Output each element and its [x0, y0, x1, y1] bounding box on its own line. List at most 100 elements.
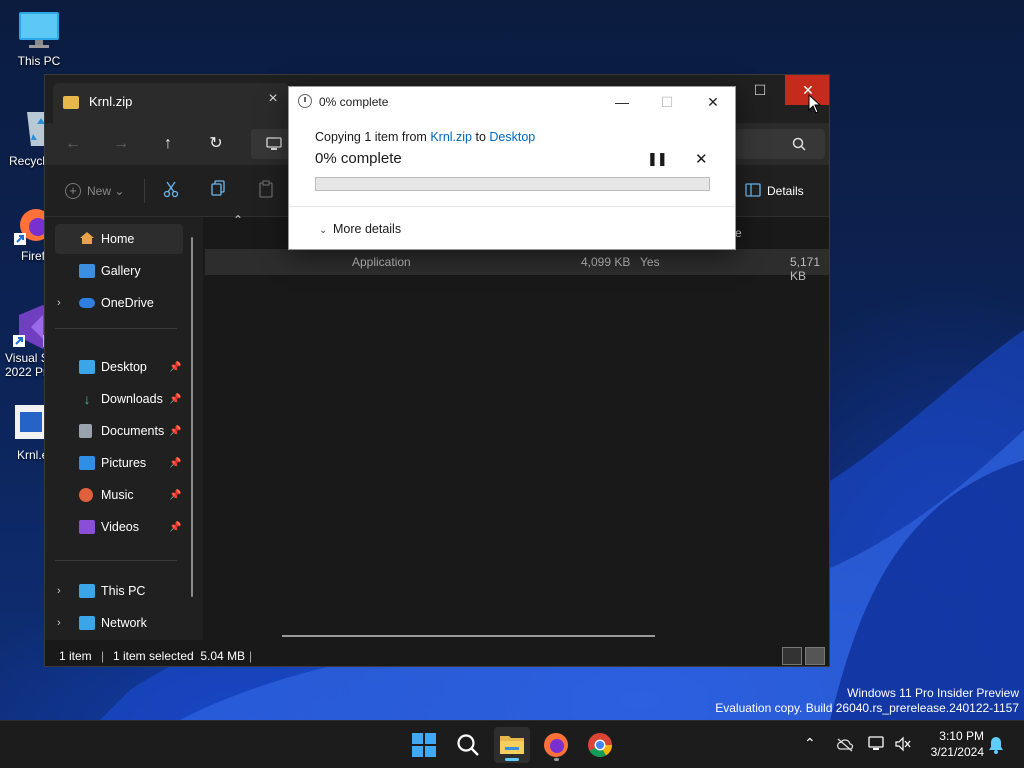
active-app-indicator	[505, 758, 519, 761]
taskbar-firefox[interactable]	[538, 727, 574, 763]
nav-label-pictures: Pictures	[101, 456, 147, 470]
search-icon	[457, 734, 479, 756]
file-type: Application	[352, 255, 411, 269]
copy-description: Copying 1 item from Krnl.zip to Desktop	[315, 130, 535, 144]
nav-item-music[interactable]: Music 📌	[45, 480, 195, 510]
clock-time: 3:10 PM	[939, 729, 984, 743]
system-clock[interactable]: 3:10 PM 3/21/2024	[924, 728, 984, 760]
status-selection: 1 item selected 5.04 MB	[113, 649, 246, 663]
forward-button[interactable]: →	[107, 131, 135, 157]
nav-label-desktop: Desktop	[101, 360, 147, 374]
krnl-exe-icon	[15, 405, 45, 439]
nav-item-downloads[interactable]: ↓ Downloads 📌	[45, 384, 195, 414]
nav-item-network[interactable]: › Network	[45, 608, 195, 638]
desktop-folder-icon	[79, 360, 95, 374]
nav-item-pictures[interactable]: Pictures 📌	[45, 448, 195, 478]
column-header-fragment[interactable]: e	[735, 226, 742, 240]
pin-icon: 📌	[169, 361, 182, 373]
tiles-view-button[interactable]	[805, 647, 825, 665]
taskbar: ⌃ 3:10 PM 3/21/2024	[0, 720, 1024, 768]
nav-item-onedrive[interactable]: › OneDrive	[45, 288, 195, 318]
cancel-copy-button[interactable]: ✕	[695, 150, 708, 168]
nav-item-videos[interactable]: Videos 📌	[45, 512, 195, 542]
nav-item-documents[interactable]: Documents 📌	[45, 416, 195, 446]
details-button[interactable]: Details	[745, 180, 804, 202]
table-row[interactable]: Application 4,099 KB Yes 5,171 KB	[205, 249, 829, 283]
file-password-protected: Yes	[640, 255, 660, 269]
status-bar: 1 item | 1 item selected 5.04 MB |	[45, 644, 829, 666]
pin-icon: 📌	[169, 489, 182, 501]
nav-item-desktop[interactable]: Desktop 📌	[45, 352, 195, 382]
dialog-title: 0% complete	[319, 95, 389, 109]
taskbar-file-explorer[interactable]	[494, 727, 530, 763]
clipboard-icon	[259, 180, 273, 198]
notification-bell-icon[interactable]	[988, 736, 1004, 754]
pin-icon: 📌	[169, 393, 182, 405]
chevron-right-icon[interactable]: ›	[57, 585, 61, 597]
chevron-right-icon[interactable]: ›	[57, 617, 61, 629]
file-compressed-size: 4,099 KB	[581, 255, 631, 269]
maximize-button[interactable]: ☐	[737, 75, 783, 105]
volume-muted-icon[interactable]	[894, 736, 912, 752]
copy-progress-dialog: 0% complete — ☐ ✕ Copying 1 item from Kr…	[288, 86, 736, 250]
more-details-toggle[interactable]: ⌄ More details	[319, 222, 401, 236]
nav-label-onedrive: OneDrive	[101, 296, 154, 310]
destination-link[interactable]: Desktop	[489, 130, 535, 144]
dialog-close-button[interactable]: ✕	[698, 91, 728, 113]
mouse-cursor-icon	[808, 94, 822, 114]
download-arrow-icon: ↓	[83, 391, 91, 407]
clock-icon	[298, 94, 312, 108]
dialog-minimize-button[interactable]: —	[607, 91, 637, 113]
tab-close-icon[interactable]: ×	[265, 91, 281, 107]
nav-scrollbar[interactable]	[191, 237, 193, 597]
network-display-icon[interactable]	[868, 736, 886, 752]
desktop-icon-this-pc[interactable]: This PC	[7, 10, 71, 68]
nav-item-gallery[interactable]: Gallery	[45, 256, 195, 286]
nav-item-this-pc[interactable]: › This PC	[45, 576, 195, 606]
network-icon	[79, 616, 95, 630]
start-button[interactable]	[406, 727, 442, 763]
desktop-icon-label: Visual S	[5, 351, 49, 365]
watermark-line-1: Windows 11 Pro Insider Preview	[847, 686, 1019, 700]
start-icon	[412, 733, 436, 757]
source-link[interactable]: Krnl.zip	[430, 130, 472, 144]
explorer-tab[interactable]: Krnl.zip ×	[53, 83, 289, 123]
search-box[interactable]	[735, 129, 825, 159]
pause-button[interactable]: ❚❚	[647, 151, 668, 167]
windows-watermark: Windows 11 Pro Insider Preview Evaluatio…	[715, 686, 1019, 716]
cut-button[interactable]	[163, 180, 179, 202]
more-details-label: More details	[333, 222, 402, 236]
gallery-icon	[79, 264, 95, 278]
status-item-count: 1 item	[59, 649, 92, 663]
taskbar-chrome[interactable]	[582, 727, 618, 763]
details-view-button[interactable]	[782, 647, 802, 665]
tray-overflow-chevron-icon[interactable]: ⌃	[804, 735, 816, 752]
file-list: ⌃ e Application 4,099 KB Yes 5,171 KB	[205, 213, 829, 640]
onedrive-offline-icon[interactable]	[836, 738, 854, 752]
scissors-icon	[163, 181, 179, 198]
chevron-right-icon[interactable]: ›	[57, 297, 61, 309]
refresh-button[interactable]: ↻	[202, 131, 230, 157]
horizontal-scrollbar[interactable]	[282, 635, 655, 637]
nav-label-network: Network	[101, 616, 147, 630]
new-button[interactable]: + New ⌄	[65, 180, 124, 202]
nav-label-music: Music	[101, 488, 134, 502]
paste-button[interactable]	[258, 180, 274, 202]
status-divider: |	[249, 649, 253, 663]
nav-label-downloads: Downloads	[101, 392, 163, 406]
up-button[interactable]: ↑	[154, 131, 182, 157]
percent-complete: 0% complete	[315, 150, 402, 167]
desktop-icon-label: This PC	[17, 54, 61, 68]
taskbar-search-button[interactable]	[450, 727, 486, 763]
nav-item-home[interactable]: Home	[55, 224, 183, 254]
copy-button[interactable]	[210, 180, 226, 202]
nav-label-home: Home	[101, 232, 135, 246]
back-button[interactable]: ←	[59, 131, 87, 157]
desktop-icon-label: Recycl	[9, 154, 46, 168]
chrome-icon	[588, 733, 612, 758]
monitor-small-icon	[266, 137, 282, 150]
new-button-label: New	[87, 184, 112, 198]
dialog-maximize-button[interactable]: ☐	[652, 91, 682, 113]
progress-bar	[315, 177, 710, 191]
search-icon	[792, 137, 806, 151]
